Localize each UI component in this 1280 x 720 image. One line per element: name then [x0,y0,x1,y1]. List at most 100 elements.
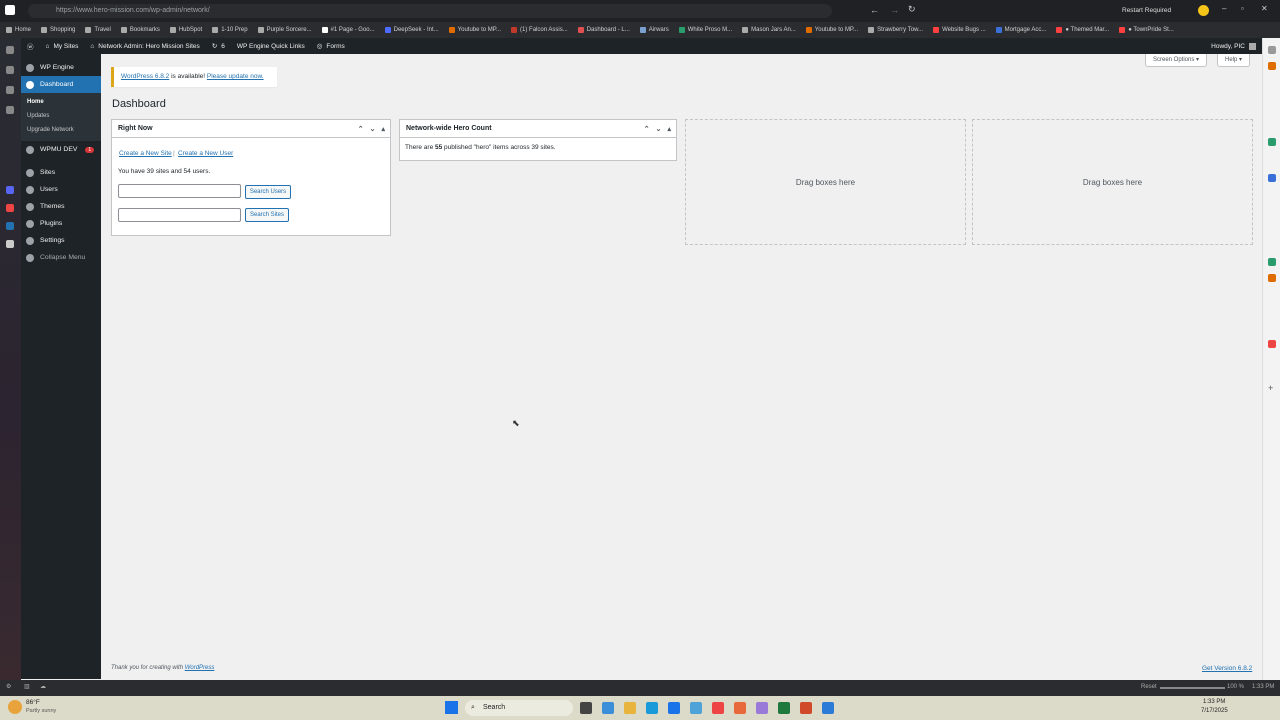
app-icon[interactable] [734,702,746,714]
help-button[interactable]: Help ▾ [1217,54,1251,67]
network-admin-menu[interactable]: ⌂ Network Admin: Hero Mission Sites [84,43,205,50]
discord-icon[interactable] [6,186,14,194]
toggle-icon[interactable]: ▴ [667,125,671,133]
copilot-icon[interactable] [602,702,614,714]
howdy-menu[interactable]: Howdy, PIC [1205,42,1262,50]
panel-icon[interactable]: ▥ [24,683,30,690]
zoom-reset-button[interactable]: Reset [1141,684,1157,690]
bookmark-item[interactable]: DeepSeek - Int... [384,27,439,33]
get-version-link[interactable]: Get Version 6.8.2 [1202,665,1252,672]
menu-dashboard[interactable]: Dashboard [21,76,101,93]
address-bar[interactable]: https://www.hero-mission.com/wp-admin/ne… [28,4,832,18]
bookmark-item[interactable]: Travel [85,27,111,33]
drop-zone-3[interactable]: Drag boxes here [685,119,966,245]
bookmark-item[interactable]: Purple Sorcere... [257,27,312,33]
bookmark-item[interactable]: Home [6,27,31,33]
excel-icon[interactable] [778,702,790,714]
chrome-ext-icon[interactable] [1268,258,1276,266]
sheets-icon[interactable] [1268,138,1276,146]
extension-icon[interactable] [1268,62,1276,70]
taskbar-search[interactable]: ⌕ Search [465,700,573,716]
create-user-link[interactable]: Create a New User [178,150,233,157]
docs-icon[interactable] [1268,174,1276,182]
updates-menu[interactable]: ↻ 6 [206,42,231,51]
bookmark-item[interactable]: Mason Jars An... [742,27,796,33]
menu-wpmu-dev[interactable]: WPMU DEV 1 [21,141,101,158]
app-icon[interactable] [690,702,702,714]
app-icon[interactable] [756,702,768,714]
bookmark-item[interactable]: Dashboard - L... [577,27,630,33]
add-panel-icon[interactable]: + [1268,383,1273,393]
screen-options-button[interactable]: Screen Options ▾ [1145,54,1208,67]
submenu-upgrade-network[interactable]: Upgrade Network [21,123,101,137]
vivaldi-icon[interactable] [6,204,14,212]
panel-icon[interactable] [6,240,14,248]
version-link[interactable]: WordPress 6.8.2 [121,73,169,80]
menu-users[interactable]: Users [21,181,101,198]
bookmark-item[interactable]: Airwars [639,27,669,33]
bookmark-item[interactable]: Mortgage Acc... [995,27,1046,33]
menu-themes[interactable]: Themes [21,198,101,215]
task-view-icon[interactable] [580,702,592,714]
ext-red-icon[interactable] [1268,340,1276,348]
vivaldi-taskbar-icon[interactable] [712,702,724,714]
drop-zone-4[interactable]: Drag boxes here [972,119,1253,245]
bookmark-item[interactable]: ● Themed Mar... [1056,27,1109,33]
move-down-icon[interactable]: ⌄ [656,125,662,133]
browser-logo-icon[interactable] [5,5,15,15]
move-up-icon[interactable]: ⌃ [644,125,650,133]
settings-icon[interactable]: ⚙ [6,683,11,690]
bookmark-item[interactable]: Youtube to MP... [805,27,858,33]
close-icon[interactable]: ✕ [1261,4,1268,13]
app-icon[interactable] [822,702,834,714]
search-sites-button[interactable]: Search Sites [245,208,289,222]
reload-icon[interactable]: ↻ [908,4,916,15]
powerpoint-icon[interactable] [800,702,812,714]
toggle-icon[interactable]: ▴ [381,125,385,133]
bookmark-item[interactable]: Shopping [41,27,75,33]
bookmark-item[interactable]: 1-10 Prep [212,27,248,33]
history-icon[interactable] [6,66,14,74]
bookmark-item[interactable]: #1 Page - Goo... [321,27,375,33]
apps-icon[interactable] [6,106,14,114]
menu-plugins[interactable]: Plugins [21,215,101,232]
minimize-icon[interactable]: – [1222,4,1226,13]
cloud-icon[interactable]: ☁ [40,683,46,690]
tabs-icon[interactable] [6,46,14,54]
bookmark-item[interactable]: ● TownPride St... [1119,27,1174,33]
submenu-updates[interactable]: Updates [21,109,101,123]
search-users-button[interactable]: Search Users [245,185,291,199]
weather-icon[interactable] [8,700,22,714]
move-down-icon[interactable]: ⌄ [370,125,376,133]
menu-settings[interactable]: Settings [21,232,101,249]
edge-icon[interactable] [646,702,658,714]
wp-logo-icon[interactable]: ⓦ [21,41,40,51]
downloads-icon[interactable] [6,86,14,94]
create-site-link[interactable]: Create a New Site [119,150,172,157]
maximize-icon[interactable]: ▫ [1241,4,1244,13]
zoom-slider[interactable] [1160,687,1225,689]
menu-wp-engine[interactable]: WP Engine [21,59,101,76]
forms-menu[interactable]: ◎ Forms [311,42,351,51]
profile-avatar-icon[interactable] [1198,5,1209,16]
bookmark-item[interactable]: (1) Falcon Assis... [511,27,568,33]
search-users-input[interactable] [118,184,241,198]
bookmark-item[interactable]: White Proso M... [678,27,732,33]
menu-sites[interactable]: Sites [21,164,101,181]
search-sites-input[interactable] [118,208,241,222]
move-up-icon[interactable]: ⌃ [358,125,364,133]
wordpress-link[interactable]: WordPress [185,665,215,671]
ext-orange-icon[interactable] [1268,274,1276,282]
update-now-link[interactable]: Please update now. [207,73,264,80]
bookmark-item[interactable]: Strawberry Tow... [868,27,923,33]
forward-icon[interactable]: → [890,5,899,15]
bookmark-item[interactable]: Youtube to MP... [448,27,501,33]
file-explorer-icon[interactable] [624,702,636,714]
bookmark-item[interactable]: HubSpot [169,27,202,33]
bookmark-item[interactable]: Website Bugs ... [933,27,986,33]
quick-links-menu[interactable]: WP Engine Quick Links [231,43,311,50]
wordpress-icon[interactable] [6,222,14,230]
collapse-menu-button[interactable]: Collapse Menu [21,249,101,266]
windows-start-icon[interactable] [445,701,458,714]
outlook-icon[interactable] [668,702,680,714]
